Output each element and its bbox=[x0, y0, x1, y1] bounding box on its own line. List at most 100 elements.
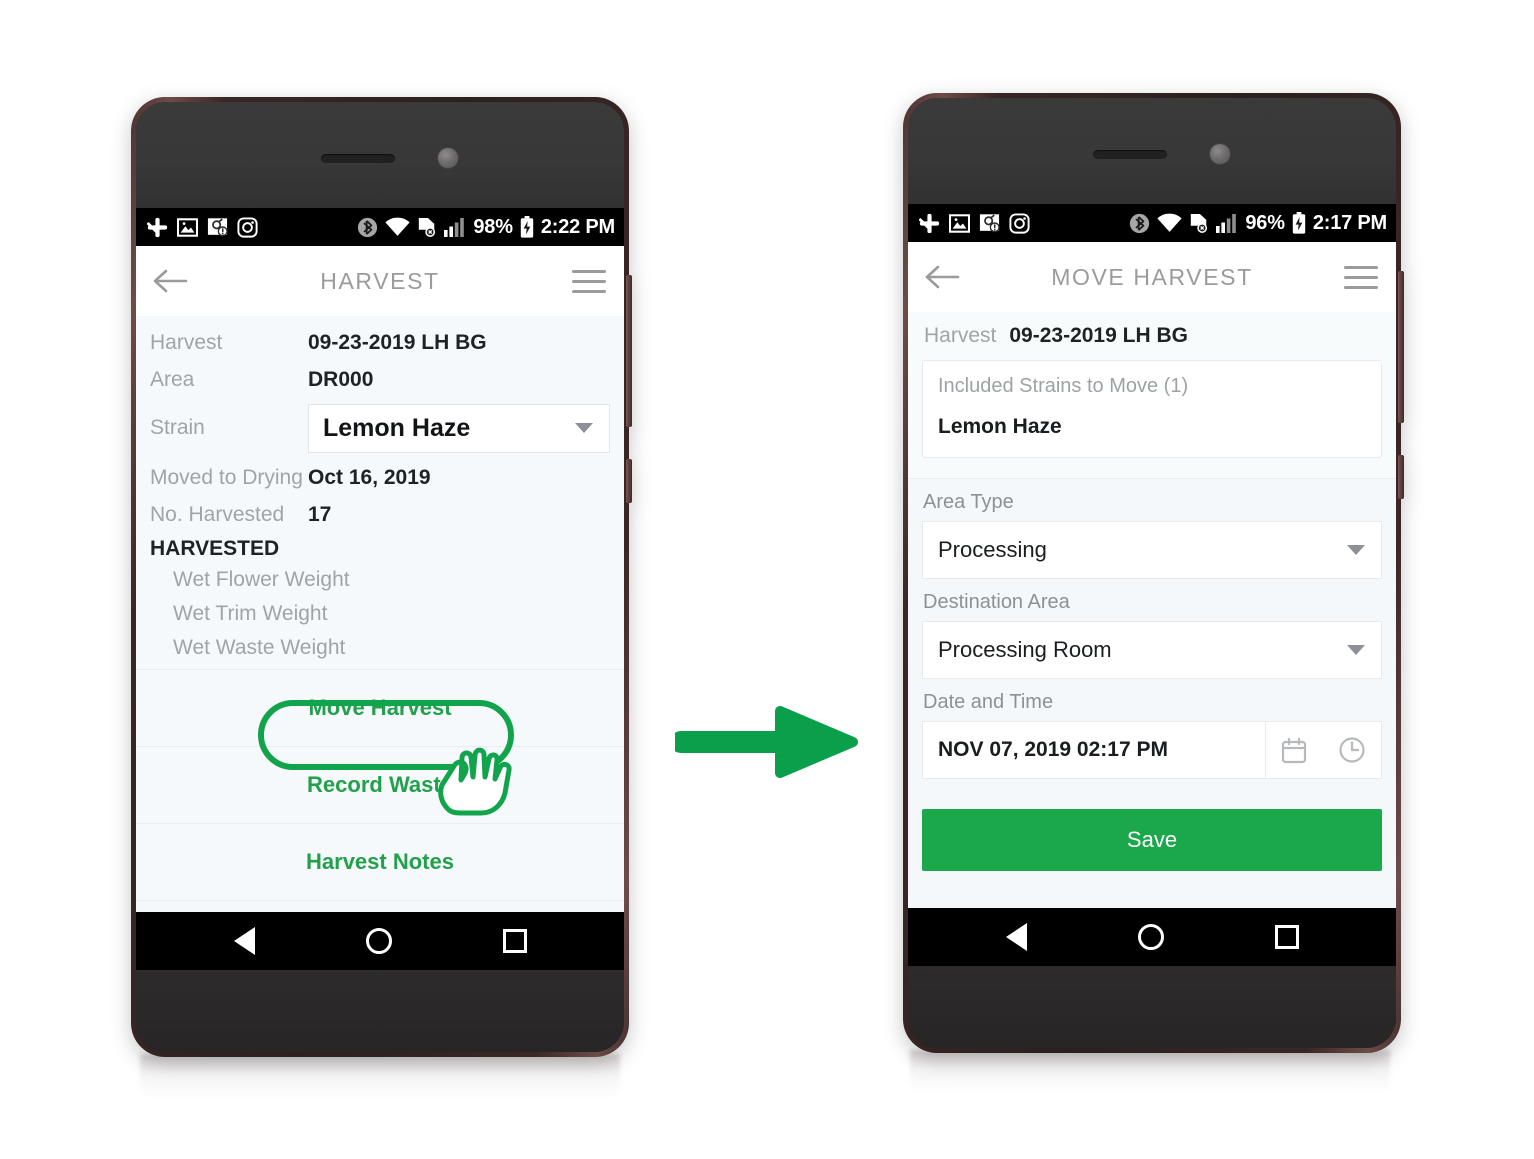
detail-value: 09-23-2019 LH BG bbox=[308, 330, 487, 354]
harvest-field-wet-flower-weight[interactable]: Wet Flower Weight bbox=[136, 563, 624, 597]
slack-icon bbox=[147, 217, 168, 238]
date-time-field[interactable]: NOV 07, 2019 02:17 PM bbox=[922, 721, 1382, 779]
harvest-value: 09-23-2019 LH BG bbox=[1009, 324, 1188, 347]
right-phone-screen: 96% 2:17 PM MOVE HARVEST Harvest 09-23-2… bbox=[908, 204, 1396, 966]
left-android-navbar bbox=[136, 912, 624, 970]
harvest-details: Harvest 09-23-2019 LH BG Area DR000 Stra… bbox=[136, 316, 624, 669]
right-phone-bottom-bezel bbox=[908, 966, 1396, 1048]
wifi-icon bbox=[385, 217, 410, 237]
instagram-icon bbox=[237, 216, 258, 238]
divider bbox=[136, 900, 624, 901]
left-phone-top-bezel bbox=[136, 102, 624, 208]
included-strains-card[interactable]: Included Strains to Move (1) Lemon Haze bbox=[922, 360, 1382, 458]
move-harvest-button[interactable]: Move Harvest bbox=[136, 670, 624, 746]
harvested-section-title: HARVESTED bbox=[150, 537, 280, 560]
move-form: Area Type Processing Destination Area Pr… bbox=[908, 479, 1396, 779]
date-time-value[interactable]: NOV 07, 2019 02:17 PM bbox=[923, 722, 1265, 778]
area-type-label: Area Type bbox=[923, 491, 1014, 513]
left-phone-bottom-bezel bbox=[136, 970, 624, 1052]
detail-row-area: Area DR000 bbox=[136, 361, 624, 398]
calendar-icon[interactable] bbox=[1281, 737, 1307, 764]
battery-icon bbox=[520, 216, 534, 238]
right-phone-reflection bbox=[910, 1050, 1390, 1106]
flow-arrow bbox=[670, 700, 865, 785]
left-screen-body: Harvest 09-23-2019 LH BG Area DR000 Stra… bbox=[136, 316, 624, 912]
date-and-time-label: Date and Time bbox=[923, 691, 1054, 713]
right-android-navbar bbox=[908, 908, 1396, 966]
home-circle-icon[interactable] bbox=[365, 928, 392, 954]
status-clock: 2:22 PM bbox=[540, 216, 615, 238]
harvest-label: Harvest bbox=[924, 324, 997, 347]
wifi-icon bbox=[1157, 213, 1182, 233]
clock-icon[interactable] bbox=[1338, 736, 1366, 764]
recents-square-icon[interactable] bbox=[1274, 925, 1299, 949]
page-title: HARVEST bbox=[320, 267, 440, 294]
left-phone-reflection bbox=[140, 1054, 620, 1110]
screenshot-icon bbox=[979, 213, 1000, 233]
right-phone-power-button[interactable] bbox=[1398, 455, 1404, 499]
earpiece-speaker bbox=[321, 154, 395, 163]
left-status-bar: 98% 2:22 PM bbox=[136, 208, 624, 246]
save-button[interactable]: Save bbox=[922, 809, 1382, 871]
area-type-select[interactable]: Processing bbox=[922, 521, 1382, 579]
gallery-icon bbox=[949, 213, 970, 233]
detail-row-moved-to-drying: Moved to Drying Oct 16, 2019 bbox=[136, 459, 624, 496]
record-waste-button[interactable]: Record Waste bbox=[136, 747, 624, 823]
left-phone-volume-button[interactable] bbox=[626, 275, 632, 427]
battery-icon bbox=[1292, 212, 1306, 234]
harvest-field-wet-waste-weight[interactable]: Wet Waste Weight bbox=[136, 631, 624, 665]
area-type-value: Processing bbox=[938, 537, 1047, 562]
destination-area-value: Processing Room bbox=[938, 637, 1112, 662]
strain-label: Strain bbox=[150, 416, 205, 439]
detail-label: Area bbox=[150, 367, 195, 391]
left-phone: 98% 2:22 PM HARVEST Harvest 09-23-2019 L… bbox=[131, 97, 632, 1057]
detail-row-strain: Strain Lemon Haze bbox=[136, 401, 624, 455]
right-phone-volume-button[interactable] bbox=[1398, 271, 1404, 423]
battery-percent-label: 96% bbox=[1245, 212, 1285, 234]
home-circle-icon[interactable] bbox=[1137, 924, 1164, 950]
screenshot-icon bbox=[207, 217, 228, 237]
signal-icon bbox=[1216, 213, 1238, 233]
strain-select-value: Lemon Haze bbox=[323, 413, 471, 442]
status-clock: 2:17 PM bbox=[1312, 212, 1387, 234]
instagram-icon bbox=[1009, 212, 1030, 234]
page-title: MOVE HARVEST bbox=[1051, 263, 1253, 290]
strain-item: Lemon Haze bbox=[938, 415, 1062, 438]
screenshot-canvas: 98% 2:22 PM HARVEST Harvest 09-23-2019 L… bbox=[0, 0, 1534, 1159]
included-strains-caption: Included Strains to Move (1) bbox=[938, 375, 1189, 397]
left-phone-power-button[interactable] bbox=[626, 459, 632, 503]
recents-square-icon[interactable] bbox=[502, 929, 527, 953]
bluetooth-icon bbox=[1129, 213, 1150, 234]
harvest-field-wet-trim-weight[interactable]: Wet Trim Weight bbox=[136, 597, 624, 631]
signal-icon bbox=[444, 217, 466, 237]
right-phone: 96% 2:17 PM MOVE HARVEST Harvest 09-23-2… bbox=[903, 93, 1404, 1053]
chevron-down-icon bbox=[1347, 545, 1365, 555]
hamburger-menu-icon[interactable] bbox=[1343, 265, 1378, 289]
back-arrow-icon[interactable] bbox=[924, 263, 960, 291]
chevron-down-icon bbox=[575, 423, 593, 433]
harvest-summary-row: Harvest 09-23-2019 LH BG bbox=[908, 312, 1396, 350]
left-app-bar: HARVEST bbox=[136, 246, 624, 316]
earpiece-speaker bbox=[1093, 150, 1167, 159]
right-screen-body: Harvest 09-23-2019 LH BG Included Strain… bbox=[908, 312, 1396, 908]
sync-error-icon bbox=[417, 217, 437, 238]
back-arrow-icon[interactable] bbox=[152, 267, 188, 295]
strain-select[interactable]: Lemon Haze bbox=[308, 403, 610, 453]
destination-area-select[interactable]: Processing Room bbox=[922, 621, 1382, 679]
sync-error-icon bbox=[1189, 213, 1209, 234]
back-triangle-icon[interactable] bbox=[233, 927, 255, 955]
left-phone-screen: 98% 2:22 PM HARVEST Harvest 09-23-2019 L… bbox=[136, 208, 624, 970]
detail-value: Oct 16, 2019 bbox=[308, 465, 431, 489]
battery-percent-label: 98% bbox=[473, 216, 513, 238]
hamburger-menu-icon[interactable] bbox=[571, 269, 606, 293]
front-camera bbox=[438, 148, 458, 168]
detail-value: DR000 bbox=[308, 367, 374, 391]
harvest-notes-button[interactable]: Harvest Notes bbox=[136, 824, 624, 900]
slack-icon bbox=[919, 213, 940, 234]
right-app-bar: MOVE HARVEST bbox=[908, 242, 1396, 312]
detail-label: Moved to Drying bbox=[150, 465, 303, 489]
bluetooth-icon bbox=[357, 217, 378, 238]
destination-area-label: Destination Area bbox=[923, 591, 1070, 613]
right-status-bar: 96% 2:17 PM bbox=[908, 204, 1396, 242]
back-triangle-icon[interactable] bbox=[1005, 923, 1027, 951]
